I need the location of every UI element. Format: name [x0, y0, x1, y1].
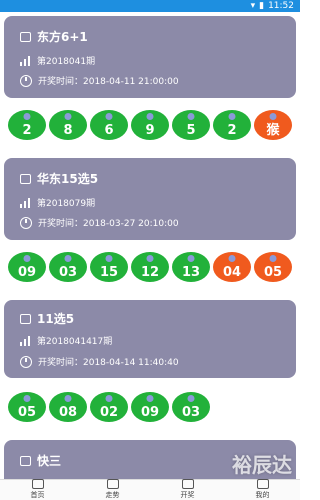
result-ball: 5: [172, 110, 210, 140]
result-ball: 09: [8, 252, 46, 282]
battery-icon: ▮: [259, 1, 265, 11]
result-ball: 03: [49, 252, 87, 282]
result-ball: 13: [172, 252, 210, 282]
result-ball: 02: [90, 392, 128, 422]
lottery-title: 东方6+1: [37, 30, 88, 44]
lottery-open-time: 开奖时间：2018-03-27 20:10:00: [38, 219, 179, 229]
trend-icon: [106, 479, 119, 489]
tab-home[interactable]: 首页: [13, 479, 63, 500]
lottery-issue: 第2018041期: [37, 57, 96, 67]
result-balls-2: 09 03 15 12 13 04 05: [8, 252, 292, 282]
result-ball-special: 猴: [254, 110, 292, 140]
wallet-icon: [20, 455, 31, 466]
lottery-title: 华东15选5: [37, 172, 99, 186]
result-ball: 9: [131, 110, 169, 140]
clock-icon: [20, 216, 32, 229]
lottery-issue: 第2018041417期: [37, 337, 113, 347]
result-ball: 8: [49, 110, 87, 140]
wallet-icon: [20, 31, 31, 42]
status-bar: ▾ ▮ 11:52: [0, 0, 300, 12]
wallet-icon: [20, 173, 31, 184]
chart-icon: [20, 197, 31, 208]
result-ball: 6: [90, 110, 128, 140]
result-ball: 09: [131, 392, 169, 422]
tab-trend[interactable]: 走势: [88, 479, 138, 500]
lottery-title: 11选5: [37, 312, 75, 326]
wifi-icon: ▾: [250, 1, 256, 11]
result-ball: 05: [8, 392, 46, 422]
calendar-icon: [181, 479, 194, 489]
lottery-open-time: 开奖时间：2018-04-14 11:40:40: [38, 358, 179, 368]
tab-draw[interactable]: 开奖: [163, 479, 213, 500]
lottery-title: 快三: [37, 454, 62, 468]
watermark: 裕辰达: [232, 453, 292, 477]
clock-icon: [20, 355, 32, 368]
lottery-card-2[interactable]: 华东15选5 第2018079期 开奖时间：2018-03-27 20:10:0…: [4, 158, 296, 240]
lottery-card-3[interactable]: 11选5 第2018041417期 开奖时间：2018-04-14 11:40:…: [4, 300, 296, 378]
result-balls-3: 05 08 02 09 03: [8, 392, 210, 422]
bottom-tab-bar: 首页 走势 开奖 我的: [0, 479, 300, 500]
chart-icon: [20, 335, 31, 346]
result-ball: 03: [172, 392, 210, 422]
result-ball: 12: [131, 252, 169, 282]
result-ball-special: 04: [213, 252, 251, 282]
lottery-issue: 第2018079期: [37, 199, 96, 209]
result-ball: 15: [90, 252, 128, 282]
result-ball: 2: [8, 110, 46, 140]
status-time: 11:52: [268, 1, 294, 11]
wallet-icon: [20, 313, 31, 324]
user-icon: [256, 479, 269, 489]
result-ball: 2: [213, 110, 251, 140]
lottery-open-time: 开奖时间：2018-04-11 21:00:00: [38, 77, 179, 87]
result-balls-1: 2 8 6 9 5 2 猴: [8, 110, 292, 140]
tab-mine[interactable]: 我的: [238, 479, 288, 500]
clock-icon: [20, 74, 32, 87]
chart-icon: [20, 55, 31, 66]
result-ball: 08: [49, 392, 87, 422]
home-icon: [31, 479, 44, 489]
result-ball-special: 05: [254, 252, 292, 282]
lottery-card-1[interactable]: 东方6+1 第2018041期 开奖时间：2018-04-11 21:00:00: [4, 16, 296, 98]
